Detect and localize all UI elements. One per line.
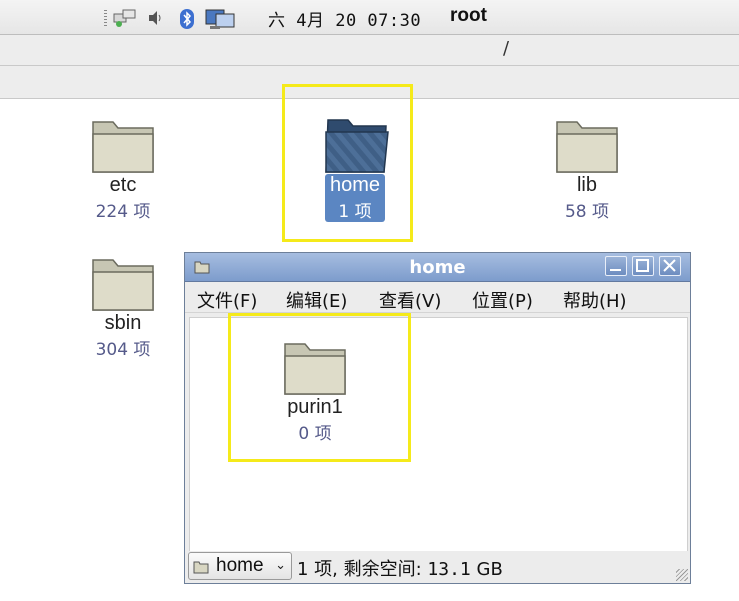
item-count: 224 项 <box>95 202 151 222</box>
maximize-button[interactable] <box>632 256 654 276</box>
status-text: 1 项, 剩余空间: 13.1 GB <box>297 555 503 581</box>
menu-places[interactable]: 位置(P) <box>472 287 533 313</box>
minimize-icon <box>610 269 621 271</box>
display-icon[interactable] <box>205 8 235 29</box>
top-panel: 六 4月 20 07:30 root <box>0 0 739 35</box>
menu-view[interactable]: 查看(V) <box>379 287 441 313</box>
item-name: home <box>329 174 381 196</box>
folder-icon <box>92 121 154 173</box>
panel-handle[interactable] <box>104 10 107 26</box>
location-bar: / <box>0 35 739 66</box>
panel-clock[interactable]: 六 4月 20 07:30 <box>268 6 421 31</box>
folder-small-icon <box>193 559 209 578</box>
folder-icon <box>92 259 154 311</box>
resize-grip[interactable] <box>676 569 688 581</box>
folder-item-purin1[interactable]: purin1 0 项 <box>264 338 366 444</box>
panel-user[interactable]: root <box>450 5 487 27</box>
folder-icon <box>556 121 618 173</box>
folder-item-etc[interactable]: etc 224 项 <box>82 116 164 222</box>
folder-item-sbin[interactable]: sbin 304 项 <box>82 254 164 360</box>
close-button[interactable] <box>659 256 681 276</box>
item-count: 1 项 <box>338 202 372 222</box>
item-name: sbin <box>104 312 142 334</box>
item-name: lib <box>576 174 597 196</box>
file-browser-window: home 文件(F) 编辑(E) 查看(V) 位置(P) 帮助(H) purin… <box>184 252 691 584</box>
location-combo[interactable]: home ⌄ <box>188 552 292 580</box>
volume-icon[interactable] <box>146 8 168 26</box>
toolbar-strip <box>0 66 739 99</box>
menu-help[interactable]: 帮助(H) <box>563 287 627 313</box>
menu-file[interactable]: 文件(F) <box>197 287 257 313</box>
status-bar: home ⌄ 1 项, 剩余空间: 13.1 GB <box>185 551 690 583</box>
status-prefix: 1 项, 剩余空间: <box>297 559 428 580</box>
bluetooth-icon[interactable] <box>178 8 200 29</box>
close-icon <box>663 259 676 272</box>
status-unit: GB <box>476 559 503 580</box>
chevron-down-icon: ⌄ <box>275 558 286 573</box>
location-path[interactable]: / <box>503 38 509 59</box>
item-name: etc <box>109 174 137 196</box>
folder-content-area[interactable]: purin1 0 项 <box>189 317 688 552</box>
folder-icon <box>284 343 346 395</box>
item-name: purin1 <box>287 396 343 418</box>
maximize-icon <box>636 259 649 272</box>
item-count: 58 项 <box>564 202 610 222</box>
network-icon[interactable] <box>113 8 136 27</box>
item-count: 304 项 <box>95 340 151 360</box>
folder-item-home[interactable]: home 1 项 <box>314 116 396 222</box>
item-count: 0 项 <box>298 424 332 444</box>
menu-bar: 文件(F) 编辑(E) 查看(V) 位置(P) 帮助(H) <box>185 282 690 313</box>
minimize-button[interactable] <box>605 256 627 276</box>
status-free-value: 13.1 <box>427 559 471 580</box>
window-titlebar[interactable]: home <box>185 253 690 282</box>
item-label-selected: home 1 项 <box>324 174 386 222</box>
folder-selected-icon <box>325 119 389 173</box>
combo-value: home <box>216 555 264 576</box>
folder-item-lib[interactable]: lib 58 项 <box>546 116 628 222</box>
menu-edit[interactable]: 编辑(E) <box>286 287 347 313</box>
